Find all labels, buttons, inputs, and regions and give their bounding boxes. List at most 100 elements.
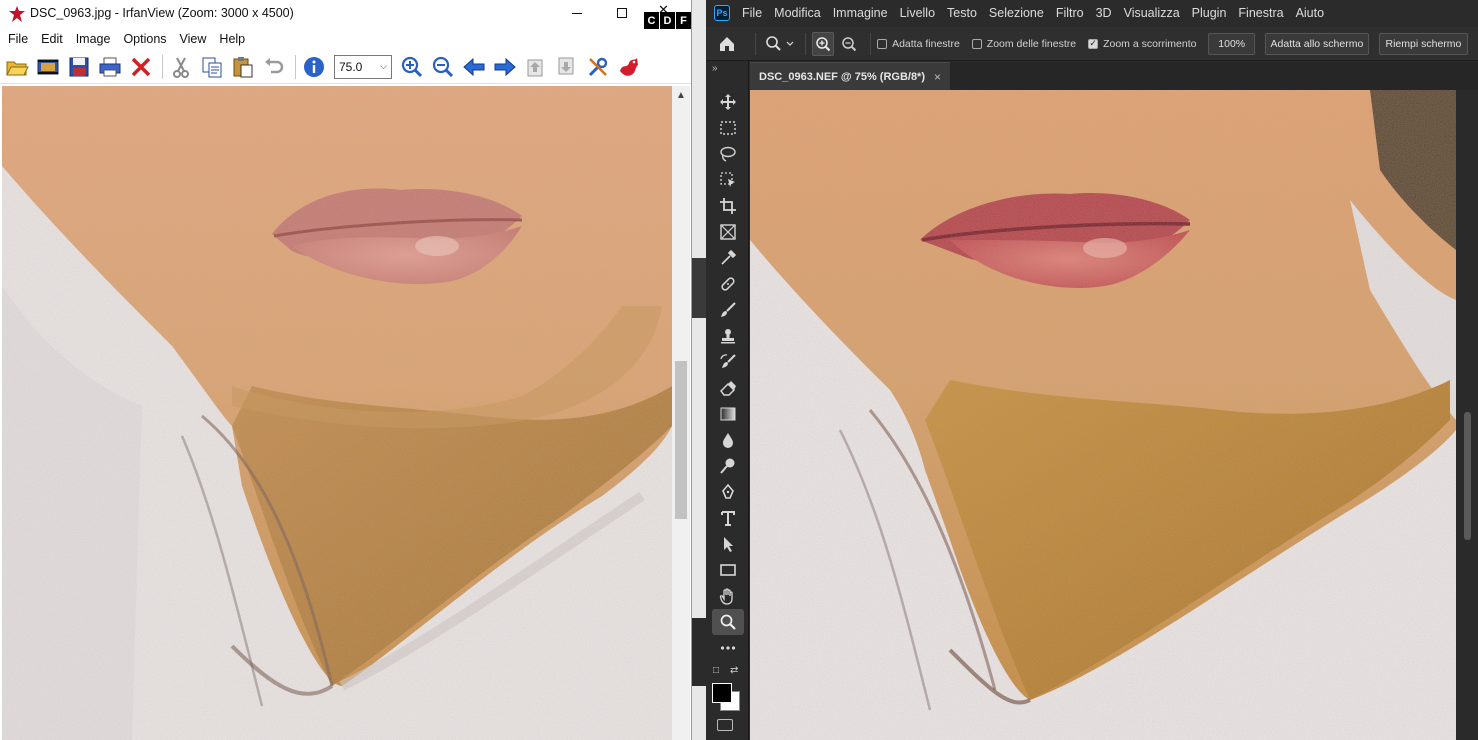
print-icon[interactable] <box>96 53 124 81</box>
document-tab-title: DSC_0963.NEF @ 75% (RGB/8*) <box>759 70 926 83</box>
settings-icon[interactable] <box>584 53 612 81</box>
blur-icon[interactable] <box>712 427 744 453</box>
more-icon[interactable] <box>712 635 744 661</box>
menu-file[interactable]: File <box>3 32 33 46</box>
ps-menu-filtro[interactable]: Filtro <box>1056 6 1084 20</box>
irfanview-image-canvas[interactable] <box>2 86 672 740</box>
irfan-logo-icon[interactable] <box>615 53 643 81</box>
save-icon[interactable] <box>65 53 93 81</box>
photoshop-menubar: Ps File Modifica Immagine Livello Testo … <box>706 0 1478 26</box>
ps-menu-visualizza[interactable]: Visualizza <box>1124 6 1180 20</box>
foreground-color-swatch[interactable] <box>712 683 732 703</box>
fit-screen-button[interactable]: Adatta allo schermo <box>1264 32 1369 55</box>
menu-options[interactable]: Options <box>118 32 171 46</box>
eraser-icon[interactable] <box>712 375 744 401</box>
ps-menu-testo[interactable]: Testo <box>947 6 977 20</box>
fit-windows-checkbox[interactable]: Adatta finestre <box>877 38 960 50</box>
collapse-panel-icon[interactable]: » <box>712 63 718 74</box>
quick-mask-icon[interactable] <box>717 719 733 731</box>
options-separator <box>754 32 756 55</box>
maximize-button[interactable] <box>607 2 637 24</box>
options-separator <box>870 32 872 55</box>
drive-tab-c[interactable]: C <box>644 12 659 29</box>
zoom-in-mode-button[interactable] <box>811 31 834 56</box>
scrollbar-thumb[interactable] <box>675 361 687 519</box>
photoshop-options-bar: Adatta finestre Zoom delle finestre ✓ Zo… <box>706 27 1478 61</box>
zoom-all-windows-checkbox[interactable]: Zoom delle finestre <box>971 38 1076 50</box>
page-down-icon[interactable] <box>553 53 581 81</box>
menu-image[interactable]: Image <box>71 32 116 46</box>
tab-strip <box>950 62 1478 90</box>
tool-preset-picker[interactable] <box>762 35 799 53</box>
stamp-icon[interactable] <box>712 323 744 349</box>
path-select-icon[interactable] <box>712 531 744 557</box>
next-icon[interactable] <box>491 53 519 81</box>
checkmark-icon: ✓ <box>1088 38 1099 49</box>
ps-menu-modifica[interactable]: Modifica <box>774 6 821 20</box>
previous-icon[interactable] <box>460 53 488 81</box>
ps-menu-immagine[interactable]: Immagine <box>833 6 888 20</box>
ps-menu-plugin[interactable]: Plugin <box>1192 6 1227 20</box>
zoom-100-button[interactable]: 100% <box>1208 32 1255 55</box>
healing-icon[interactable] <box>712 271 744 297</box>
zoom-icon[interactable] <box>712 609 744 635</box>
open-folder-icon[interactable] <box>3 53 31 81</box>
eyedropper-icon[interactable] <box>712 245 744 271</box>
info-icon[interactable] <box>300 53 328 81</box>
delete-icon[interactable] <box>127 53 155 81</box>
portrait-photo <box>2 86 672 740</box>
menu-view[interactable]: View <box>175 32 212 46</box>
brush-icon[interactable] <box>712 297 744 323</box>
color-swatches: □ ⇄ <box>712 663 744 723</box>
page-up-icon[interactable] <box>522 53 550 81</box>
zoom-in-icon[interactable] <box>398 53 426 81</box>
cut-icon[interactable] <box>167 53 195 81</box>
home-icon[interactable] <box>706 35 749 53</box>
rectangle-icon[interactable] <box>712 557 744 583</box>
drive-tab-f[interactable]: F <box>676 12 691 29</box>
gradient-icon[interactable] <box>712 401 744 427</box>
paste-icon[interactable] <box>229 53 257 81</box>
toolbar-separator <box>162 54 163 79</box>
dodge-icon[interactable] <box>712 453 744 479</box>
scrubby-zoom-checkbox[interactable]: ✓ Zoom a scorrimento <box>1088 38 1196 50</box>
chevron-down-icon: ⌵ <box>380 61 387 71</box>
scrollbar-thumb[interactable] <box>1464 412 1471 540</box>
default-colors-icon[interactable]: □ <box>713 665 719 676</box>
fill-screen-button[interactable]: Riempi schermo <box>1378 32 1468 55</box>
photoshop-image-canvas[interactable] <box>750 90 1456 740</box>
hand-icon[interactable] <box>712 583 744 609</box>
background-window-fragment <box>692 618 706 686</box>
ps-menu-livello[interactable]: Livello <box>900 6 935 20</box>
move-icon[interactable] <box>712 89 744 115</box>
irfanview-vertical-scrollbar[interactable]: ▲ <box>672 86 690 740</box>
undo-icon[interactable] <box>260 53 288 81</box>
photoshop-vertical-scrollbar[interactable] <box>1456 90 1478 740</box>
ps-menu-3d[interactable]: 3D <box>1096 6 1112 20</box>
object-select-icon[interactable] <box>712 167 744 193</box>
zoom-out-icon[interactable] <box>429 53 457 81</box>
swap-colors-icon[interactable]: ⇄ <box>730 665 738 676</box>
close-tab-icon[interactable]: × <box>934 70 941 84</box>
ps-menu-aiuto[interactable]: Aiuto <box>1296 6 1325 20</box>
ps-menu-finestra[interactable]: Finestra <box>1238 6 1283 20</box>
minimize-button[interactable] <box>562 2 592 24</box>
zoom-out-mode-button[interactable] <box>838 32 860 56</box>
copy-icon[interactable] <box>198 53 226 81</box>
drive-tab-d[interactable]: D <box>660 12 675 29</box>
zoom-level-select[interactable]: 75.0 ⌵ <box>334 54 392 79</box>
frame-icon[interactable] <box>712 219 744 245</box>
history-brush-icon[interactable] <box>712 349 744 375</box>
crop-icon[interactable] <box>712 193 744 219</box>
pen-icon[interactable] <box>712 479 744 505</box>
ps-menu-file[interactable]: File <box>742 6 762 20</box>
type-icon[interactable] <box>712 505 744 531</box>
menu-edit[interactable]: Edit <box>36 32 68 46</box>
menu-help[interactable]: Help <box>214 32 250 46</box>
ps-menu-selezione[interactable]: Selezione <box>989 6 1044 20</box>
scroll-up-icon[interactable]: ▲ <box>676 90 686 101</box>
slideshow-icon[interactable] <box>34 53 62 81</box>
marquee-icon[interactable] <box>712 115 744 141</box>
lasso-icon[interactable] <box>712 141 744 167</box>
document-tab[interactable]: DSC_0963.NEF @ 75% (RGB/8*) × <box>750 62 950 90</box>
